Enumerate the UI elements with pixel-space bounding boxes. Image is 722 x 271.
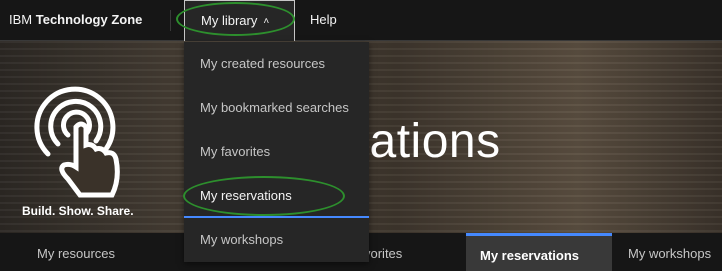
- tab-my-favorites[interactable]: vorites: [364, 233, 402, 271]
- header-divider: [170, 10, 171, 31]
- tagline: Build. Show. Share.: [22, 204, 134, 218]
- menu-item-bookmarked-searches[interactable]: My bookmarked searches: [184, 86, 369, 130]
- touch-target-icon: [34, 86, 120, 198]
- menu-item-created-resources[interactable]: My created resources: [184, 42, 369, 86]
- menu-item-favorites[interactable]: My favorites: [184, 130, 369, 174]
- tab-my-reservations[interactable]: My reservations: [466, 233, 612, 271]
- tab-my-workshops[interactable]: My workshops: [628, 233, 711, 271]
- my-library-dropdown: My created resources My bookmarked searc…: [184, 42, 369, 262]
- nav-my-library[interactable]: My library ˄: [184, 0, 295, 42]
- top-header: IBM Technology Zone My library ˄ Help: [0, 0, 722, 42]
- tab-my-resources[interactable]: My resources: [37, 233, 115, 271]
- brand-name: Technology Zone: [35, 12, 143, 27]
- brand[interactable]: IBM Technology Zone: [9, 0, 142, 40]
- nav-help[interactable]: Help: [310, 0, 337, 40]
- menu-item-reservations[interactable]: My reservations: [184, 174, 369, 218]
- nav-my-library-label: My library: [201, 13, 258, 28]
- brand-prefix: IBM: [9, 12, 36, 27]
- chevron-up-icon: ˄: [263, 16, 270, 27]
- menu-item-workshops[interactable]: My workshops: [184, 218, 369, 262]
